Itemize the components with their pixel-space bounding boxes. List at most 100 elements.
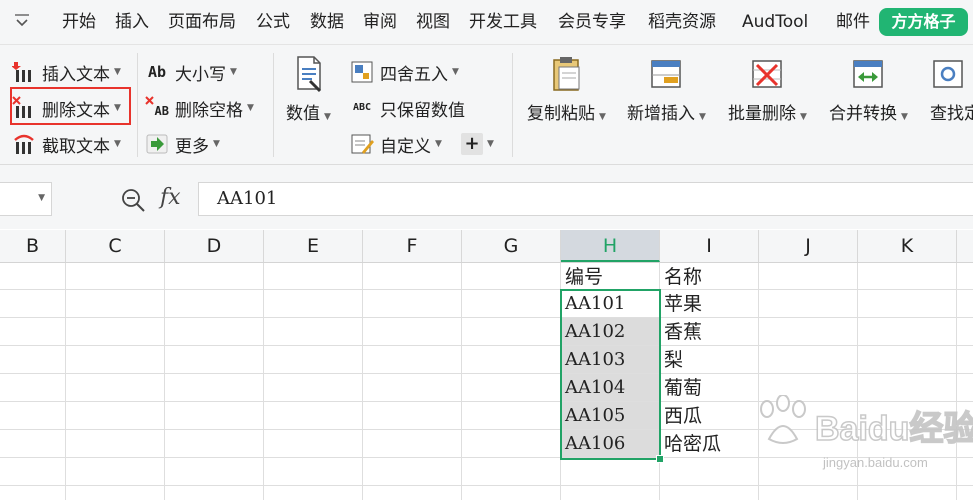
fill-handle[interactable] — [656, 455, 664, 463]
gridline — [263, 263, 264, 500]
number-doc-icon — [297, 56, 322, 93]
chevron-down-icon: ▼ — [247, 103, 254, 113]
copy-paste-button[interactable]: 复制粘贴 ▼ — [527, 55, 606, 124]
column-header-f[interactable]: F — [363, 230, 462, 262]
cell-header-code[interactable]: 编号 — [561, 263, 603, 290]
add-insert-label: 新增插入 ▼ — [627, 104, 706, 124]
column-header-c[interactable]: C — [66, 230, 165, 262]
chevron-down-icon: ▼ — [487, 139, 494, 149]
round-label: 四舍五入 — [380, 64, 448, 85]
delete-spaces-label: 删除空格 — [175, 100, 243, 121]
paw-icon — [760, 395, 806, 444]
gridline — [461, 263, 462, 500]
merge-convert-button[interactable]: 合并转换 ▼ — [829, 55, 908, 124]
menu-tab-page-layout[interactable]: 页面布局 — [168, 10, 236, 34]
chevron-down-icon: ▼ — [452, 67, 459, 77]
menu-tab-home[interactable]: 开始 — [62, 10, 96, 34]
number-button[interactable]: 数值 ▼ — [286, 55, 331, 124]
ribbon-separator — [137, 53, 138, 157]
find-button[interactable]: 查找定 — [930, 55, 973, 124]
cell-code[interactable]: AA103 — [561, 346, 659, 373]
insert-text-button[interactable]: 插入文本 ▼ — [12, 57, 121, 87]
round-button[interactable]: 四舍五入 ▼ — [350, 57, 459, 87]
more-label: 更多 — [175, 136, 209, 157]
number-label: 数值 ▼ — [286, 104, 331, 124]
cell-name[interactable]: 西瓜 — [660, 402, 702, 429]
formula-bar: ▼ fx AA101 — [0, 165, 973, 229]
keep-numbers-button[interactable]: ABC 只保留数值 — [350, 93, 465, 123]
insert-text-icon — [12, 62, 31, 82]
keep-numbers-abc-icon: ABC — [352, 102, 372, 113]
column-header-h[interactable]: H — [561, 230, 660, 262]
menu-tab-mail[interactable]: 邮件 — [836, 10, 870, 34]
gridline — [0, 345, 973, 346]
gridline — [0, 289, 973, 290]
merge-convert-label: 合并转换 ▼ — [829, 104, 908, 124]
menu-tab-audtool[interactable]: AudTool — [742, 10, 808, 34]
cell-name[interactable]: 苹果 — [660, 290, 702, 317]
gridline — [164, 263, 165, 500]
chevron-down-icon[interactable]: ▼ — [38, 193, 45, 203]
column-header-b[interactable]: B — [0, 230, 66, 262]
formula-input[interactable]: AA101 — [198, 182, 973, 216]
gridline — [0, 373, 973, 374]
cell-name[interactable]: 香蕉 — [660, 318, 702, 345]
cell-name[interactable]: 哈密瓜 — [660, 430, 721, 457]
baidu-watermark: Baidu经验 jingyan.baidu.com — [745, 395, 973, 495]
menu-tab-docer[interactable]: 稻壳资源 — [648, 10, 716, 34]
chevron-down-icon: ▼ — [213, 139, 220, 149]
column-header-g[interactable]: G — [462, 230, 561, 262]
batch-delete-button[interactable]: 批量删除 ▼ — [728, 55, 807, 124]
cell-code[interactable]: AA105 — [561, 402, 659, 429]
copy-paste-label: 复制粘贴 ▼ — [527, 104, 606, 124]
cell-code[interactable]: AA106 — [561, 430, 659, 457]
custom-edit-icon — [351, 134, 374, 154]
find-icon — [933, 60, 963, 88]
chevron-down-icon: ▼ — [114, 67, 121, 77]
zoom-icon[interactable] — [120, 187, 146, 213]
column-header-d[interactable]: D — [165, 230, 264, 262]
ribbon-separator — [512, 53, 513, 157]
gridline — [0, 317, 973, 318]
column-header-j[interactable]: J — [759, 230, 858, 262]
delete-spaces-icon-text: AB — [154, 104, 169, 118]
menu-tab-insert[interactable]: 插入 — [115, 10, 149, 34]
custom-button[interactable]: 自定义 ▼ — [350, 129, 442, 159]
menu-tab-formulas[interactable]: 公式 — [256, 10, 290, 34]
fx-icon[interactable]: fx — [160, 185, 181, 210]
cell-name[interactable]: 葡萄 — [660, 374, 702, 401]
delete-spaces-icon: AB — [145, 96, 169, 120]
plus-button[interactable]: + ▼ — [461, 129, 494, 159]
cell-code[interactable]: AA102 — [561, 318, 659, 345]
column-header-e[interactable]: E — [264, 230, 363, 262]
watermark-text: Baidu经验 — [814, 409, 973, 449]
chevron-down-icon: ▼ — [114, 139, 121, 149]
menu-tab-data[interactable]: 数据 — [310, 10, 344, 34]
menu-tab-developer[interactable]: 开发工具 — [469, 10, 537, 34]
case-button[interactable]: Ab 大小写 ▼ — [145, 57, 237, 87]
name-box[interactable]: ▼ — [0, 182, 52, 216]
cell-name[interactable]: 梨 — [660, 346, 683, 373]
column-header-i[interactable]: I — [660, 230, 759, 262]
ribbon: 插入文本 ▼ 删除文本 ▼ 截取文本 ▼ Ab 大小写 ▼ AB 删除空格 ▼ 更多 ▼ — [0, 45, 973, 165]
chevron-down-icon: ▼ — [230, 67, 237, 77]
extract-text-button[interactable]: 截取文本 ▼ — [12, 129, 121, 159]
arrow-right-icon — [146, 134, 168, 154]
custom-label: 自定义 — [380, 136, 431, 157]
column-header-k[interactable]: K — [858, 230, 957, 262]
collapse-chevron-icon[interactable] — [12, 11, 32, 33]
add-insert-button[interactable]: 新增插入 ▼ — [627, 55, 706, 124]
menu-tab-view[interactable]: 视图 — [416, 10, 450, 34]
highlight-box — [10, 87, 131, 125]
column-headers: B C D E F G H I J K — [0, 230, 973, 263]
extract-text-label: 截取文本 — [42, 136, 110, 157]
more-button[interactable]: 更多 ▼ — [145, 129, 220, 159]
batch-delete-icon — [752, 60, 783, 88]
delete-spaces-button[interactable]: AB 删除空格 ▼ — [145, 93, 254, 123]
menu-tab-review[interactable]: 审阅 — [363, 10, 397, 34]
menu-tab-fangfang[interactable]: 方方格子 — [879, 8, 968, 36]
cell-header-name[interactable]: 名称 — [660, 263, 702, 290]
cell-code[interactable]: AA104 — [561, 374, 659, 401]
menu-tab-member[interactable]: 会员专享 — [558, 10, 626, 34]
cell-code[interactable]: AA101 — [561, 290, 659, 317]
